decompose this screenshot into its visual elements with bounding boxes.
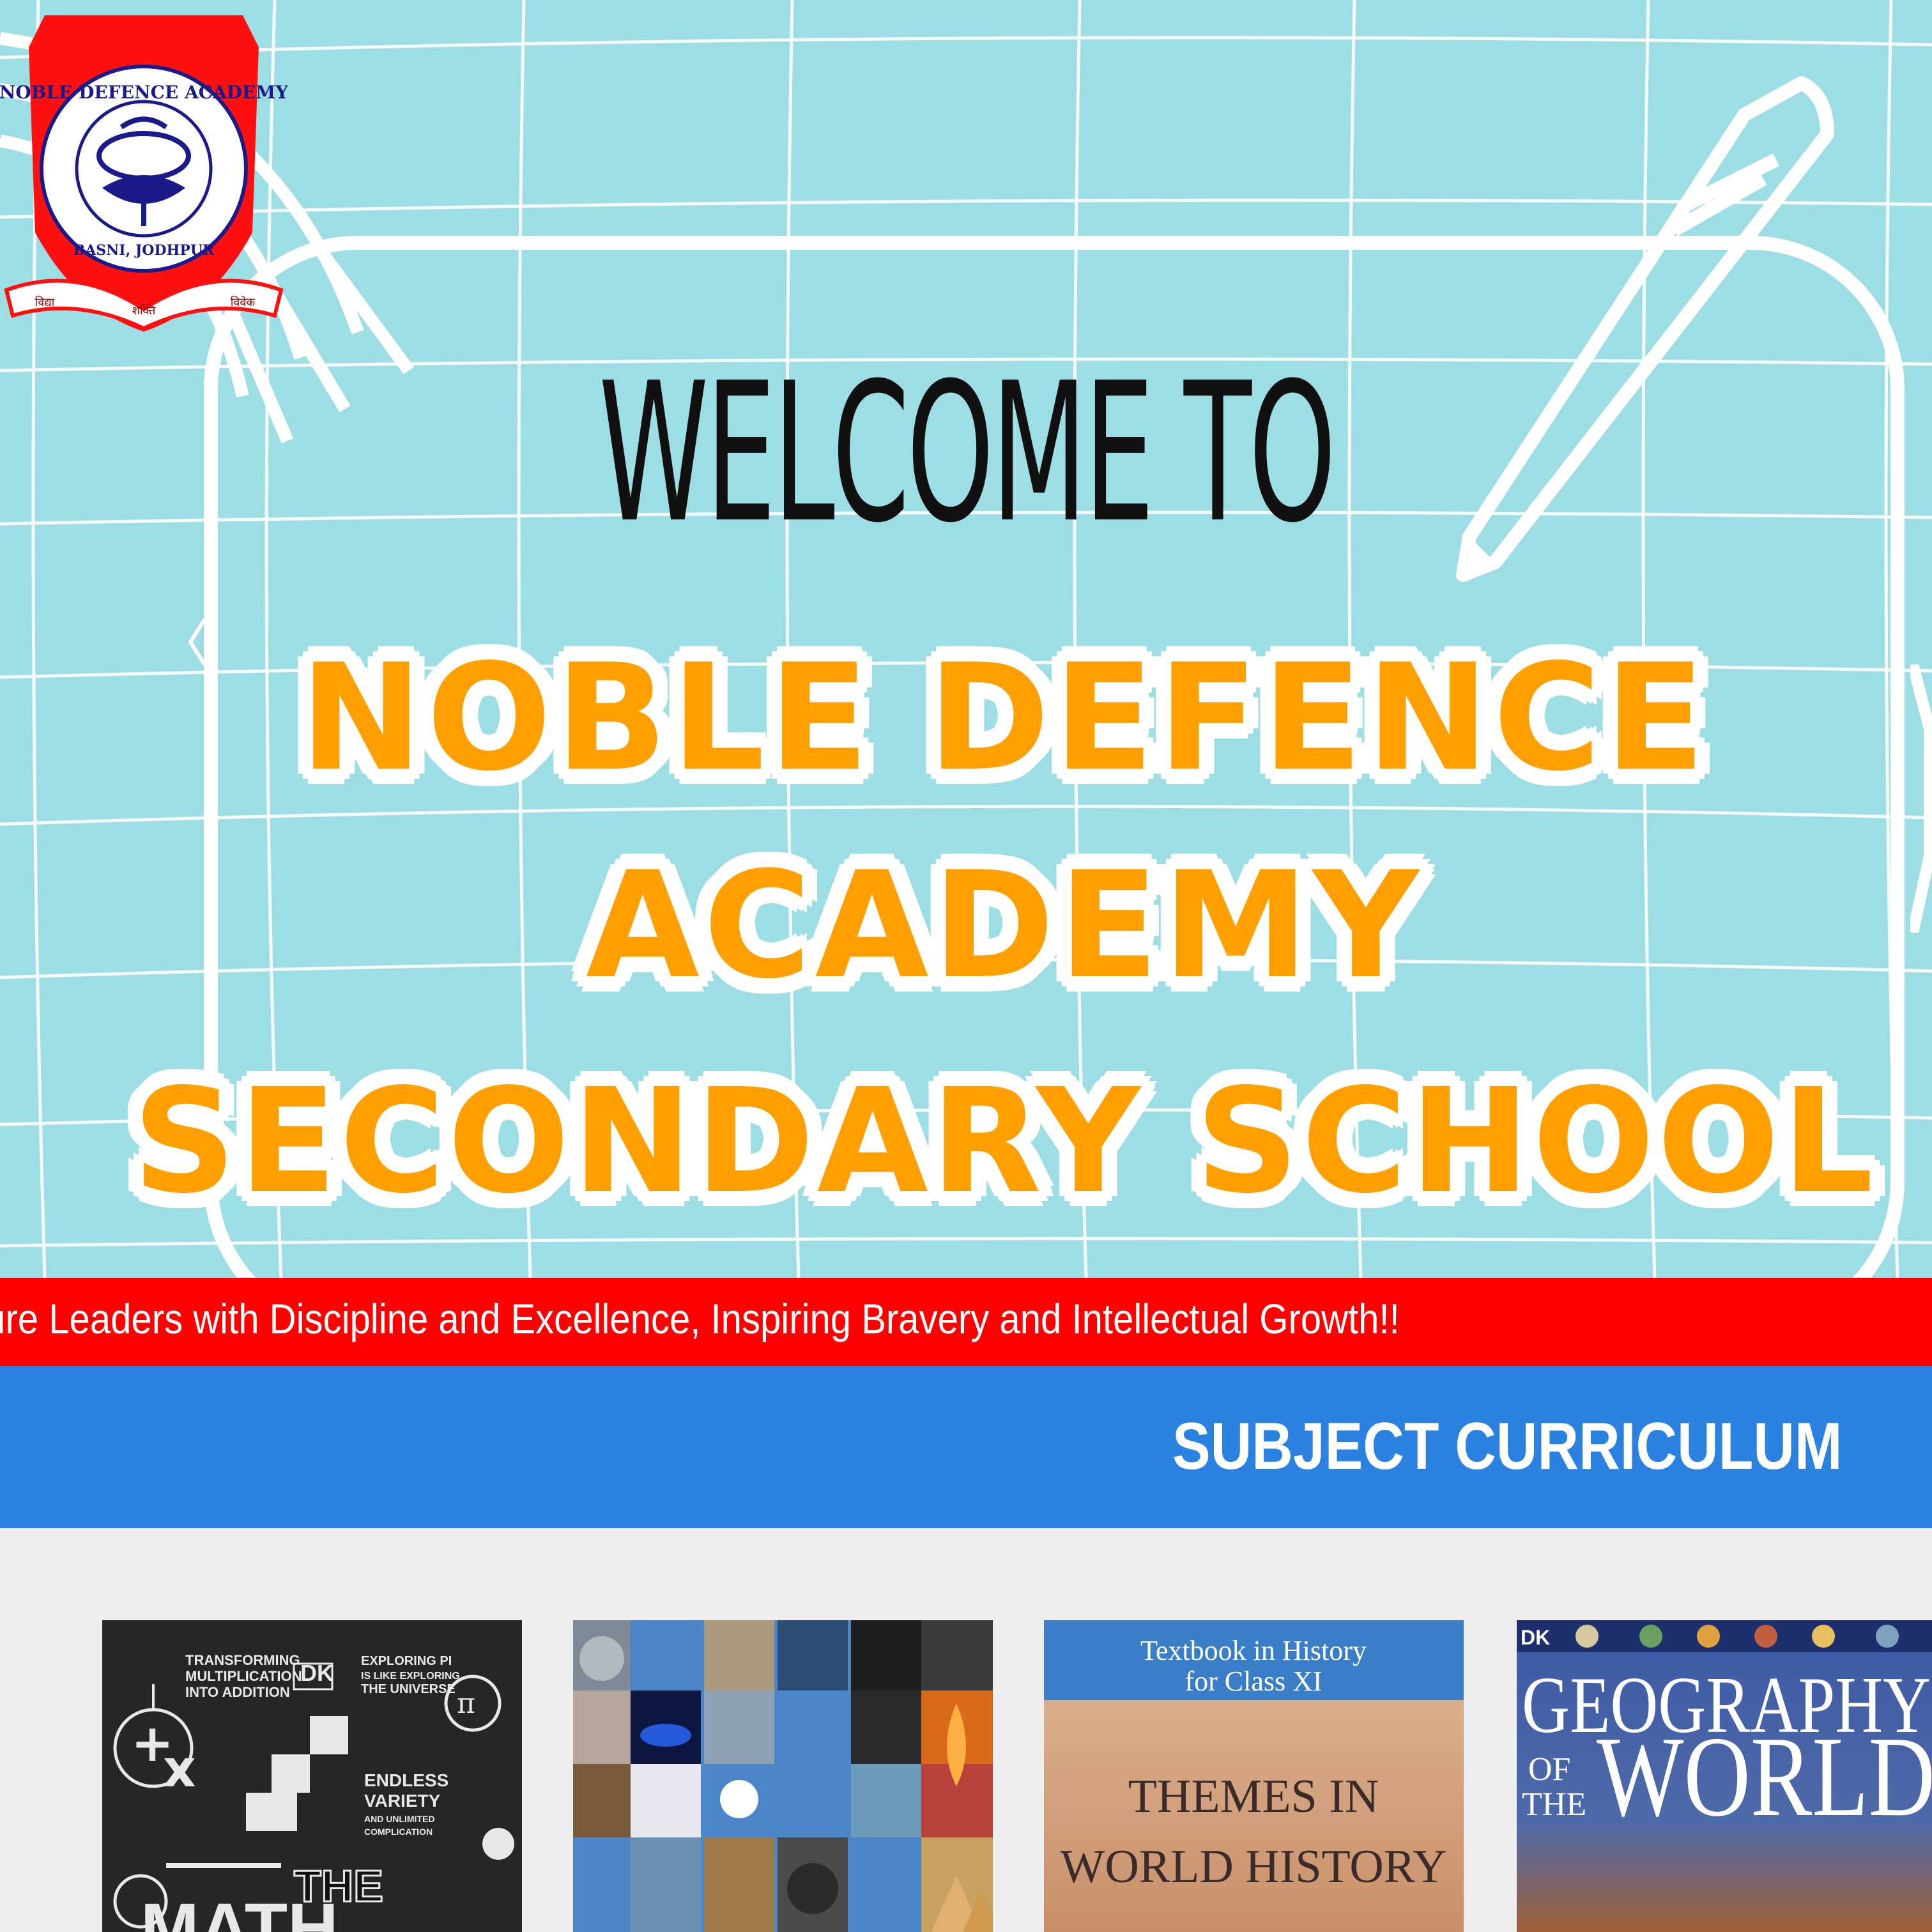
history-cover-line: Textbook in History	[1140, 1635, 1367, 1666]
maths-cover-line: VARIETY	[364, 1791, 441, 1811]
logo-ribbon-1: विद्या	[35, 295, 55, 309]
maths-cover-line: MULTIPLICATION	[185, 1668, 302, 1684]
maths-cover-line: AND UNLIMITED	[364, 1814, 434, 1824]
logo-ribbon-2: शक्ति	[132, 303, 157, 317]
school-title-line-1: NOBLE DEFENCE	[300, 633, 1709, 804]
carousel-prev-icon[interactable]	[185, 617, 211, 668]
book-card-maths[interactable]: TRANSFORMING MULTIPLICATION INTO ADDITIO…	[102, 1620, 522, 1932]
history-book-cover: Textbook in History for Class XI THEMES …	[1044, 1620, 1464, 1932]
announcement-ticker: ture Leaders with Discipline and Excelle…	[0, 1278, 1932, 1366]
logo-ribbon-3: विवेक	[231, 295, 256, 309]
maths-cover-title: MATH	[141, 1889, 339, 1932]
maths-cover-line: THE UNIVERSE	[361, 1682, 456, 1696]
geography-cover-the: THE	[1522, 1786, 1586, 1823]
science-book-cover	[573, 1620, 993, 1932]
maths-cover-line: EXPLORING PI	[361, 1654, 452, 1668]
carousel-next-icon[interactable]	[1910, 664, 1932, 933]
maths-book-cover: TRANSFORMING MULTIPLICATION INTO ADDITIO…	[102, 1620, 522, 1932]
book-card-history[interactable]: Textbook in History for Class XI THEMES …	[1044, 1620, 1464, 1932]
maths-cover-line: INTO ADDITION	[185, 1684, 290, 1700]
history-cover-line: for Class XI	[1184, 1666, 1322, 1697]
curriculum-cards: TRANSFORMING MULTIPLICATION INTO ADDITIO…	[0, 1620, 1932, 1932]
school-logo[interactable]: NOBLE DEFENCE ACADEMY BASNI, JODHPUR विद…	[0, 9, 288, 341]
geography-cover-of: OF	[1528, 1751, 1570, 1788]
history-cover-title: WORLD HISTORY	[1060, 1841, 1446, 1893]
book-card-geography[interactable]: DK GEOGRAPHY OF THE WORLD	[1517, 1620, 1932, 1932]
svg-text:x: x	[163, 1739, 196, 1798]
logo-bottom-text: BASNI, JODHPUR	[73, 242, 215, 259]
geography-book-cover: DK GEOGRAPHY OF THE WORLD	[1517, 1620, 1932, 1932]
book-card-science[interactable]	[573, 1620, 993, 1932]
maths-cover-line: TRANSFORMING	[185, 1652, 300, 1668]
svg-text:π: π	[457, 1687, 475, 1720]
ticker-text: ture Leaders with Discipline and Excelle…	[0, 1295, 1400, 1342]
school-title-line-2: ACADEMY	[585, 841, 1423, 1011]
geography-cover-dk: DK	[1521, 1626, 1550, 1649]
school-title-line-3: SECONDARY SCHOOL	[132, 1058, 1876, 1225]
section-header: SUBJECT CURRICULUM	[0, 1366, 1932, 1528]
section-title: SUBJECT CURRICULUM	[1172, 1409, 1843, 1483]
welcome-heading: WELCOME TO	[599, 342, 1336, 565]
geography-cover-world: WORLD	[1597, 1713, 1932, 1840]
maths-cover-line: COMPLICATION	[364, 1827, 433, 1837]
maths-cover-line: IS LIKE EXPLORING	[361, 1671, 460, 1682]
logo-arc-text: NOBLE DEFENCE ACADEMY	[0, 82, 288, 103]
maths-cover-line: ENDLESS	[364, 1770, 448, 1790]
history-cover-title: THEMES IN	[1128, 1770, 1379, 1823]
hero-banner: NOBLE DEFENCE ACADEMY BASNI, JODHPUR विद…	[0, 0, 1932, 1278]
